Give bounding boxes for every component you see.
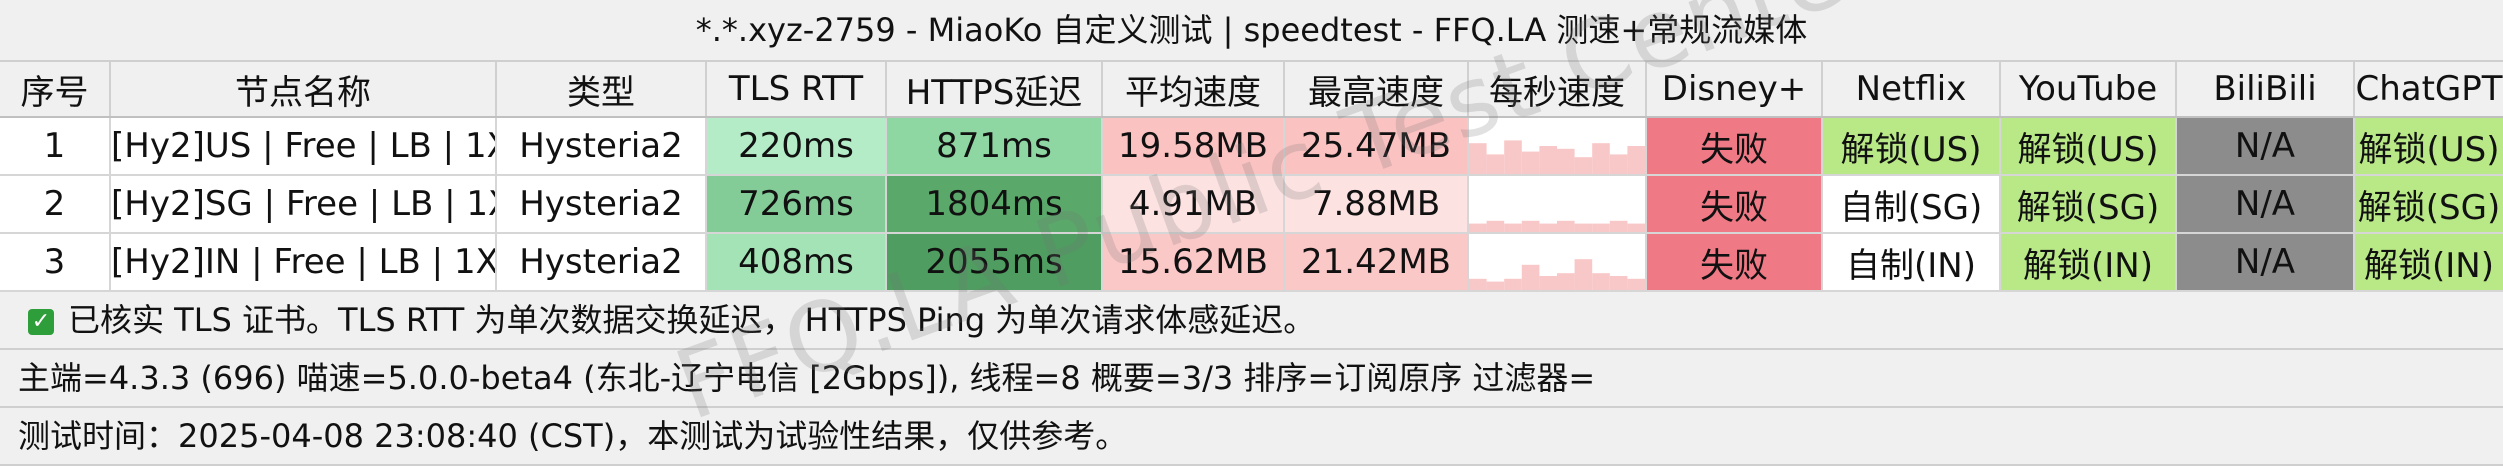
- col-tls-rtt[interactable]: TLS RTT: [706, 62, 887, 118]
- tls-note: ✓ 已核实 TLS 证书。TLS RTT 为单次数据交换延迟， HTTPS Pin…: [0, 292, 2503, 350]
- col-netflix[interactable]: Netflix: [1822, 62, 2001, 118]
- window-title: *.*.xyz-2759 - MiaoKo 自定义测试 | speedtest …: [0, 0, 2503, 62]
- cell-tls-rtt: 408ms: [706, 233, 887, 292]
- col-bilibili[interactable]: BiliBili: [2176, 62, 2355, 118]
- speed-bar: [1609, 154, 1628, 173]
- cell-youtube: 解锁(SG): [2000, 175, 2177, 234]
- speedtest-window: *.*.xyz-2759 - MiaoKo 自定义测试 | speedtest …: [0, 0, 2503, 466]
- speed-bar: [1574, 223, 1593, 231]
- cell-type: Hysteria2: [496, 175, 707, 234]
- header-row: 序号 节点名称 类型 TLS RTT HTTPS延迟 平均速度 最高速度 每秒速…: [0, 62, 2503, 118]
- speed-bar: [1504, 278, 1522, 289]
- cell-https-latency: 2055ms: [886, 233, 1103, 292]
- cell-type: Hysteria2: [496, 117, 707, 176]
- cell-chatgpt: 解锁(IN): [2354, 233, 2503, 292]
- speed-bar: [1609, 220, 1628, 231]
- speed-bar: [1592, 223, 1610, 231]
- cell-index: 3: [0, 233, 111, 292]
- cell-https-latency: 1804ms: [886, 175, 1103, 234]
- cell-speed-sparkline: [1468, 233, 1647, 292]
- cell-bilibili: N/A: [2176, 233, 2355, 292]
- test-time: 测试时间：2025-04-08 23:08:40 (CST)，本测试为试验性结果…: [0, 408, 2503, 466]
- cell-disney: 失败: [1646, 175, 1823, 234]
- cell-node-name: [Hy2]US | Free | LB | 1X: [110, 117, 497, 176]
- col-speed-per-sec[interactable]: 每秒速度: [1468, 62, 1647, 118]
- speed-sparkline: [1469, 220, 1644, 231]
- cell-chatgpt: 解锁(US): [2354, 117, 2503, 176]
- speed-bar: [1627, 278, 1644, 289]
- speed-bar: [1469, 143, 1487, 173]
- speed-bar: [1627, 146, 1644, 173]
- speed-sparkline: [1469, 140, 1644, 173]
- col-index[interactable]: 序号: [0, 62, 111, 118]
- speed-bar: [1592, 143, 1610, 173]
- speed-bar: [1539, 223, 1557, 231]
- col-max-speed[interactable]: 最高速度: [1284, 62, 1469, 118]
- speed-bar: [1521, 264, 1540, 289]
- cell-tls-rtt: 220ms: [706, 117, 887, 176]
- speed-bar: [1486, 220, 1505, 231]
- cell-youtube: 解锁(US): [2000, 117, 2177, 176]
- cell-speed-sparkline: [1468, 117, 1647, 176]
- cell-netflix: 自制(IN): [1822, 233, 2001, 292]
- speed-bar: [1539, 146, 1557, 173]
- speed-bar: [1469, 278, 1487, 289]
- cell-disney: 失败: [1646, 117, 1823, 176]
- col-avg-speed[interactable]: 平均速度: [1102, 62, 1285, 118]
- col-https-latency[interactable]: HTTPS延迟: [886, 62, 1103, 118]
- results-table: 序号 节点名称 类型 TLS RTT HTTPS延迟 平均速度 最高速度 每秒速…: [0, 62, 2503, 292]
- col-chatgpt[interactable]: ChatGPT: [2354, 62, 2503, 118]
- cell-avg-speed: 15.62MB: [1102, 233, 1285, 292]
- speed-bar: [1574, 259, 1593, 289]
- col-node-name[interactable]: 节点名称: [110, 62, 497, 118]
- speed-bar: [1557, 148, 1575, 173]
- cell-node-name: [Hy2]SG | Free | LB | 1X: [110, 175, 497, 234]
- speed-sparkline: [1469, 259, 1644, 289]
- col-youtube[interactable]: YouTube: [2000, 62, 2177, 118]
- speed-bar: [1504, 140, 1522, 173]
- cell-type: Hysteria2: [496, 233, 707, 292]
- cell-netflix: 解锁(US): [1822, 117, 2001, 176]
- cell-netflix: 自制(SG): [1822, 175, 2001, 234]
- speed-bar: [1627, 223, 1644, 231]
- cell-https-latency: 871ms: [886, 117, 1103, 176]
- speed-bar: [1557, 220, 1575, 231]
- cell-tls-rtt: 726ms: [706, 175, 887, 234]
- speed-bar: [1504, 223, 1522, 231]
- col-type[interactable]: 类型: [496, 62, 707, 118]
- backend-info: 主端=4.3.3 (696) 喵速=5.0.0-beta4 (东北-辽宁电信 […: [0, 350, 2503, 408]
- cell-disney: 失败: [1646, 233, 1823, 292]
- cell-youtube: 解锁(IN): [2000, 233, 2177, 292]
- cell-node-name: [Hy2]IN | Free | LB | 1X: [110, 233, 497, 292]
- table-row[interactable]: 1 [Hy2]US | Free | LB | 1X Hysteria2 220…: [0, 117, 2503, 176]
- cell-index: 1: [0, 117, 111, 176]
- speed-bar: [1521, 220, 1540, 231]
- cell-max-speed: 7.88MB: [1284, 175, 1469, 234]
- cell-bilibili: N/A: [2176, 117, 2355, 176]
- cell-chatgpt: 解锁(SG): [2354, 175, 2503, 234]
- speed-bar: [1521, 151, 1540, 173]
- cell-max-speed: 25.47MB: [1284, 117, 1469, 176]
- speed-bar: [1539, 276, 1557, 289]
- speed-bar: [1574, 157, 1593, 173]
- cell-index: 2: [0, 175, 111, 234]
- speed-bar: [1592, 273, 1610, 289]
- col-disney[interactable]: Disney+: [1646, 62, 1823, 118]
- speed-bar: [1486, 281, 1505, 289]
- cell-speed-sparkline: [1468, 175, 1647, 234]
- cell-avg-speed: 4.91MB: [1102, 175, 1285, 234]
- speed-bar: [1486, 154, 1505, 173]
- speed-bar: [1469, 223, 1487, 231]
- table-row[interactable]: 3 [Hy2]IN | Free | LB | 1X Hysteria2 408…: [0, 233, 2503, 292]
- speed-bar: [1609, 276, 1628, 289]
- cell-avg-speed: 19.58MB: [1102, 117, 1285, 176]
- cell-max-speed: 21.42MB: [1284, 233, 1469, 292]
- tls-note-text: 已核实 TLS 证书。TLS RTT 为单次数据交换延迟， HTTPS Ping…: [68, 301, 1316, 339]
- table-row[interactable]: 2 [Hy2]SG | Free | LB | 1X Hysteria2 726…: [0, 175, 2503, 234]
- speed-bar: [1557, 273, 1575, 289]
- cell-bilibili: N/A: [2176, 175, 2355, 234]
- check-icon: ✓: [28, 309, 54, 335]
